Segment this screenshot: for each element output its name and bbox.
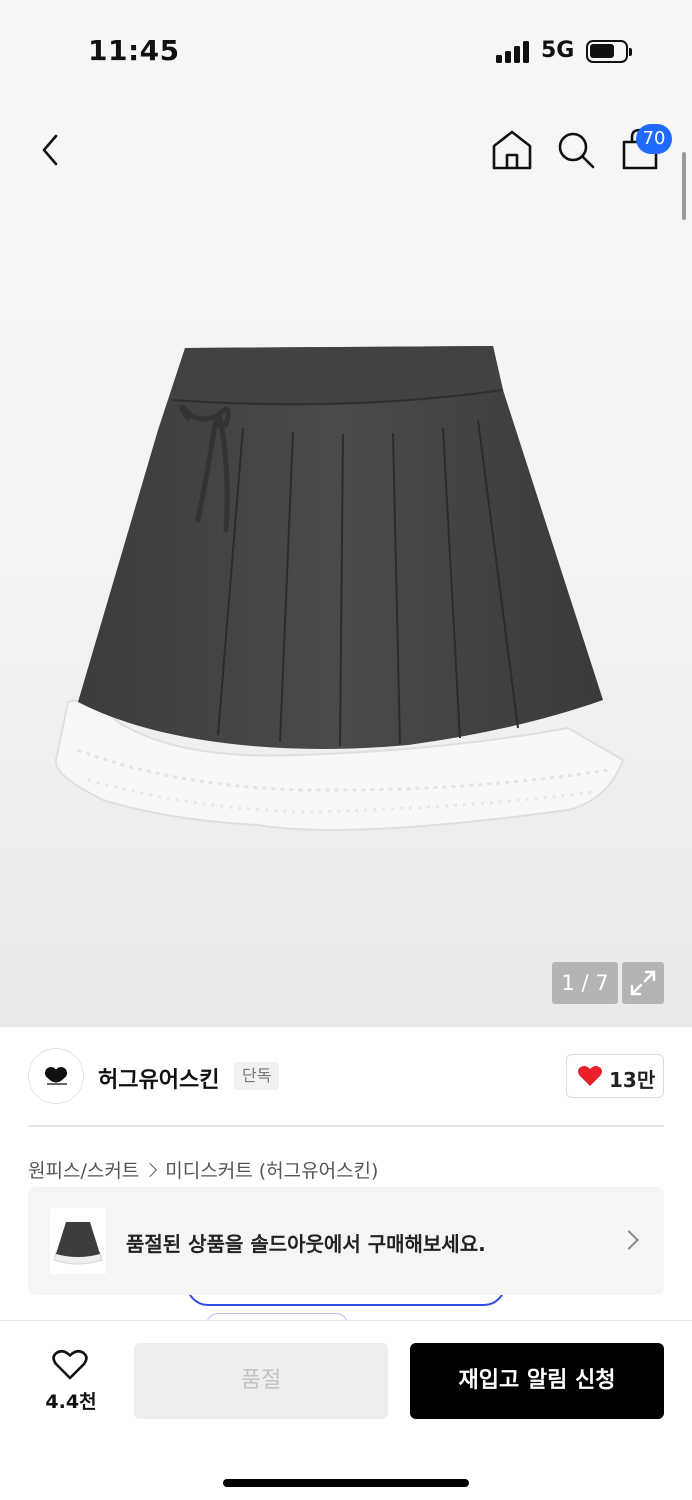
brand-row: 허그유어스킨 단독 13만: [28, 1048, 664, 1106]
brand-name[interactable]: 허그유어스킨: [98, 1062, 219, 1094]
home-button[interactable]: [490, 126, 534, 174]
banner-product-thumbnail: [50, 1208, 106, 1274]
soldout-banner-text: 품절된 상품을 솔드아웃에서 구매해보세요.: [126, 1232, 486, 1256]
divider: [28, 1125, 664, 1127]
heart-outline-icon: [52, 1349, 88, 1380]
search-button[interactable]: [554, 128, 598, 172]
status-time: 11:45: [88, 34, 180, 67]
battery-icon: [586, 40, 632, 63]
scroll-indicator: [682, 152, 686, 220]
cart-count-badge: 70: [636, 124, 672, 154]
expand-icon: [630, 970, 656, 996]
chevron-right-icon: [619, 1230, 639, 1250]
home-indicator: [223, 1479, 469, 1487]
network-label: 5G: [541, 38, 575, 63]
breadcrumb: 원피스/스커트 미디스커트 (허그유어스킨): [28, 1156, 378, 1183]
soldout-button: 품절: [134, 1343, 388, 1419]
wishlist-button[interactable]: 4.4천: [36, 1345, 106, 1415]
heart-icon: [578, 1066, 602, 1086]
wishlist-count: 4.4천: [45, 1391, 97, 1413]
brand-logo[interactable]: [28, 1048, 84, 1104]
expand-button[interactable]: [622, 962, 664, 1004]
exclusive-tag: 단독: [234, 1062, 280, 1090]
chevron-right-icon: [143, 1162, 158, 1178]
chevron-left-icon: [42, 134, 58, 166]
signal-icon: [496, 41, 532, 63]
back-button[interactable]: [30, 128, 74, 172]
breadcrumb-category[interactable]: 원피스/스커트: [28, 1160, 139, 1182]
home-icon: [492, 130, 532, 170]
soldout-banner[interactable]: 품절된 상품을 솔드아웃에서 구매해보세요.: [28, 1187, 664, 1295]
breadcrumb-subcategory[interactable]: 미디스커트 (허그유어스킨): [165, 1160, 378, 1182]
product-image[interactable]: [48, 330, 638, 850]
brand-like-count: 13만: [609, 1068, 656, 1092]
search-icon: [558, 132, 595, 169]
bottom-action-bar: 4.4천 품절 재입고 알림 신청: [0, 1320, 692, 1500]
brand-like-button[interactable]: 13만: [566, 1054, 664, 1098]
restock-alert-button[interactable]: 재입고 알림 신청: [410, 1343, 664, 1419]
status-bar: 11:45 5G: [0, 0, 692, 100]
image-counter: 1 / 7: [552, 962, 618, 1004]
brand-logo-icon: [45, 1067, 67, 1085]
product-gallery[interactable]: 11:45 5G 70 1 / 7: [0, 0, 692, 1027]
